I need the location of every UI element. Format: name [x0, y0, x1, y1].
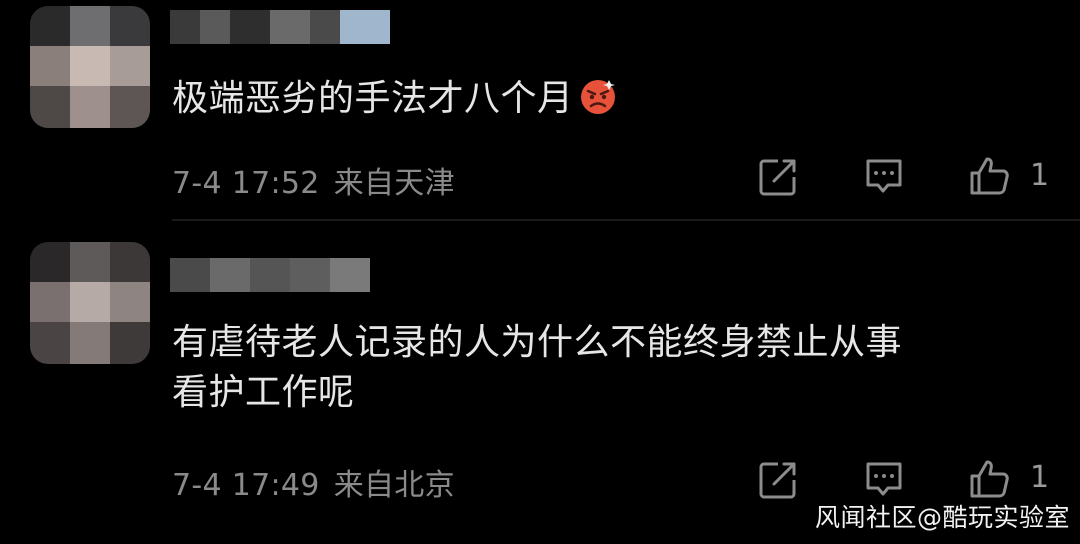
comment-meta: 7-4 17:52 来自天津 [172, 158, 469, 202]
avatar[interactable] [30, 242, 150, 364]
like-count: 1 [1030, 158, 1050, 193]
thumbs-up-icon[interactable] [968, 154, 1012, 198]
comment-time: 7-4 17:49 [172, 468, 320, 503]
comment-location: 来自天津 [333, 166, 455, 201]
thumbs-up-icon[interactable] [968, 457, 1012, 501]
comment-item: 有虐待老人记录的人为什么不能终身禁止从事 看护工作呢 7-4 17:49 来自北京… [0, 222, 1080, 544]
comment-item: 极端恶劣的手法才八个月 7-4 17:52 来自天津 1 [0, 0, 1080, 222]
angry-face-emoji [580, 80, 615, 114]
comment-time: 7-4 17:52 [172, 166, 320, 201]
avatar[interactable] [30, 6, 150, 128]
comment-text-line: 有虐待老人记录的人为什么不能终身禁止从事 [172, 322, 903, 363]
reply-icon[interactable] [862, 155, 906, 199]
username-blurred[interactable] [170, 10, 390, 44]
comment-text: 有虐待老人记录的人为什么不能终身禁止从事 看护工作呢 [172, 318, 1040, 418]
reply-icon[interactable] [862, 458, 906, 502]
share-icon[interactable] [756, 155, 800, 199]
comment-meta: 7-4 17:49 来自北京 [172, 460, 469, 504]
comment-divider [172, 219, 1080, 221]
share-icon[interactable] [756, 458, 800, 502]
username-blurred[interactable] [170, 258, 370, 292]
watermark: 风闻社区@酷玩实验室 [814, 503, 1070, 532]
like-count: 1 [1030, 460, 1050, 495]
comment-location: 来自北京 [333, 468, 455, 503]
comment-text-line: 看护工作呢 [172, 372, 355, 413]
comment-text: 极端恶劣的手法才八个月 [172, 74, 1040, 124]
